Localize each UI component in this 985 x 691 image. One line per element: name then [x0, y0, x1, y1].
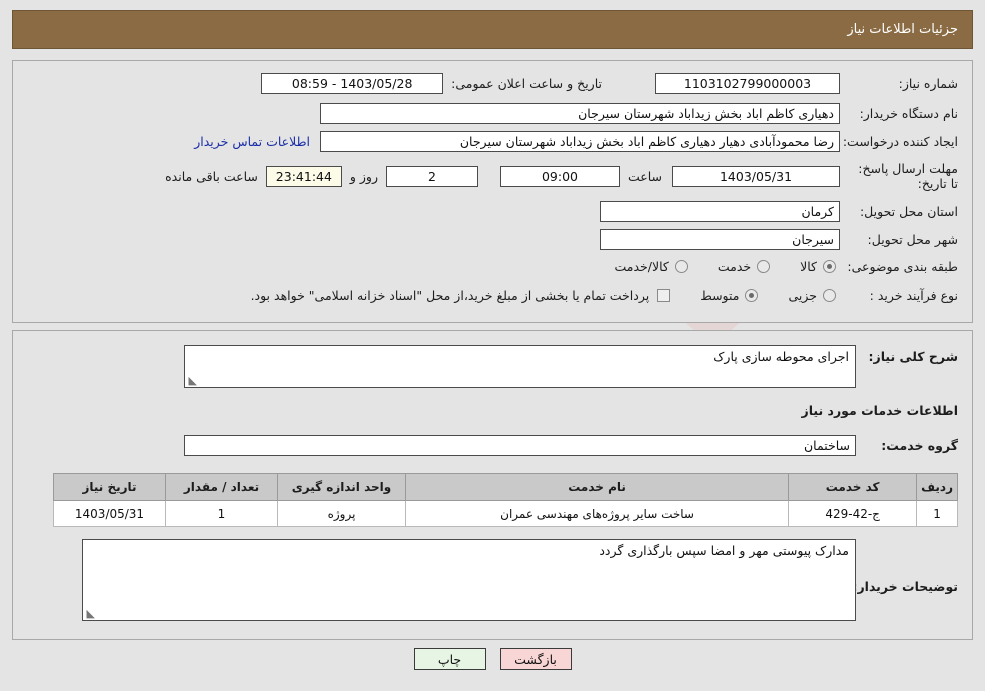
col-service-code: کد خدمت — [788, 473, 918, 501]
buyer-notes-textarea[interactable]: مدارک پیوستی مهر و امضا سپس بارگذاری گرد… — [82, 539, 856, 621]
process-option-label: جزیی — [788, 288, 817, 303]
announce-label: تاریخ و ساعت اعلان عمومی: — [451, 76, 602, 91]
category-row: طبقه بندی موضوعی: کالا خدمت کالا/خدمت — [614, 259, 958, 274]
back-button[interactable]: بازگشت — [499, 648, 572, 670]
city-row: شهر محل تحویل: سیرجان — [600, 229, 958, 250]
remaining-days-label: روز و — [349, 169, 378, 184]
print-button[interactable]: چاپ — [413, 648, 486, 670]
deadline-date-field: 1403/05/31 — [672, 166, 840, 187]
province-field: کرمان — [600, 201, 840, 222]
button-bar: بازگشت چاپ — [0, 648, 985, 670]
creator-label: ایجاد کننده درخواست: — [842, 134, 958, 149]
deadline-row: 1403/05/31 ساعت 09:00 2 روز و 23:41:44 س… — [165, 166, 840, 187]
category-label: طبقه بندی موضوعی: — [847, 259, 958, 274]
announce-row: تاریخ و ساعت اعلان عمومی: 1403/05/28 - 0… — [261, 73, 602, 94]
col-unit: واحد اندازه گیری — [277, 473, 406, 501]
general-desc-value: اجرای محوطه سازی پارک — [713, 349, 849, 364]
process-label: نوع فرآیند خرید : — [869, 288, 958, 303]
page-root: AnaTender.net جزئیات اطلاعات نیاز شماره … — [0, 0, 985, 691]
table-row: 1 ج-42-429 ساخت سایر پروژه‌های مهندسی عم… — [53, 500, 958, 527]
cell-service-name: ساخت سایر پروژه‌های مهندسی عمران — [404, 500, 790, 527]
cell-row-no: 1 — [916, 500, 958, 527]
remaining-clock-field: 23:41:44 — [265, 166, 342, 187]
buyer-org-field: دهیاری کاظم اباد بخش زیداباد شهرستان سیر… — [320, 103, 840, 124]
col-need-date: تاریخ نیاز — [53, 473, 166, 501]
radio-icon[interactable] — [674, 260, 688, 273]
buyer-notes-row: توضیحات خریدار: — [852, 579, 958, 594]
creator-row: ایجاد کننده درخواست: رضا محمودآبادی دهیا… — [194, 131, 958, 152]
col-row-no: ردیف — [916, 473, 958, 501]
service-group-field: ساختمان — [184, 435, 856, 456]
cell-need-date: 1403/05/31 — [53, 500, 166, 527]
need-number-label: شماره نیاز: — [898, 76, 958, 91]
deadline-time-label: ساعت — [627, 169, 662, 184]
page-title-bar: جزئیات اطلاعات نیاز — [12, 10, 973, 49]
process-row: نوع فرآیند خرید : جزیی متوسط پرداخت تمام… — [251, 288, 958, 303]
remaining-suffix-label: ساعت باقی مانده — [165, 169, 258, 184]
general-desc-label: شرح کلی نیاز: — [868, 349, 958, 364]
summary-panel: شماره نیاز: 1103102799000003 تاریخ و ساع… — [12, 60, 973, 323]
treasury-checkbox[interactable] — [657, 289, 671, 302]
service-group-row: گروه خدمت: ساختمان — [184, 435, 958, 456]
category-option-label: کالا — [800, 259, 817, 274]
category-option-label: کالا/خدمت — [614, 259, 669, 274]
resize-grip-icon[interactable]: ◣ — [187, 375, 197, 386]
province-label: استان محل تحویل: — [859, 204, 958, 219]
cell-quantity: 1 — [165, 500, 278, 527]
cell-unit: پروژه — [277, 500, 406, 527]
table-header-row: ردیف کد خدمت نام خدمت واحد اندازه گیری ت… — [53, 473, 958, 501]
creator-field: رضا محمودآبادی دهیار دهیاری کاظم اباد بخ… — [320, 131, 840, 152]
buyer-org-label: نام دستگاه خریدار: — [859, 106, 958, 121]
col-service-name: نام خدمت — [404, 473, 790, 501]
cell-service-code: ج-42-429 — [788, 500, 918, 527]
services-section-title-row: اطلاعات خدمات مورد نیاز — [802, 403, 959, 418]
province-row: استان محل تحویل: کرمان — [600, 201, 958, 222]
radio-icon[interactable] — [823, 260, 836, 273]
process-option-motavaset[interactable]: متوسط — [700, 288, 759, 303]
service-group-label: گروه خدمت: — [881, 438, 958, 453]
deadline-label: مهلت ارسال پاسخ: تا تاریخ: — [858, 161, 958, 191]
announce-field: 1403/05/28 - 08:59 — [261, 73, 444, 94]
process-option-label: متوسط — [700, 288, 740, 303]
category-option-khedmat[interactable]: خدمت — [717, 259, 771, 274]
category-option-kala-khedmat[interactable]: کالا/خدمت — [614, 259, 688, 274]
details-panel: شرح کلی نیاز: اجرای محوطه سازی پارک ◣ اط… — [12, 330, 973, 640]
col-quantity: تعداد / مقدار — [165, 473, 278, 501]
buyer-notes-label: توضیحات خریدار: — [852, 579, 958, 594]
city-field: سیرجان — [600, 229, 840, 250]
services-table: ردیف کد خدمت نام خدمت واحد اندازه گیری ت… — [53, 473, 958, 527]
general-desc-textarea[interactable]: اجرای محوطه سازی پارک ◣ — [184, 345, 856, 388]
treasury-note: پرداخت تمام یا بخشی از مبلغ خرید،از محل … — [250, 288, 650, 303]
buyer-contact-link[interactable]: اطلاعات تماس خریدار — [194, 134, 310, 149]
need-number-row: شماره نیاز: 1103102799000003 — [655, 73, 958, 94]
general-desc-row: شرح کلی نیاز: — [862, 349, 958, 364]
deadline-time-field: 09:00 — [499, 166, 620, 187]
resize-grip-icon[interactable]: ◣ — [85, 608, 95, 619]
radio-icon[interactable] — [745, 289, 759, 302]
buyer-notes-value: مدارک پیوستی مهر و امضا سپس بارگذاری گرد… — [599, 543, 849, 558]
remaining-days-field: 2 — [385, 166, 478, 187]
city-label: شهر محل تحویل: — [867, 232, 958, 247]
need-number-field: 1103102799000003 — [655, 73, 840, 94]
buyer-org-row: نام دستگاه خریدار: دهیاری کاظم اباد بخش … — [320, 103, 958, 124]
process-option-jozei[interactable]: جزیی — [788, 288, 836, 303]
page-title: جزئیات اطلاعات نیاز — [847, 22, 958, 37]
services-section-title: اطلاعات خدمات مورد نیاز — [801, 403, 959, 418]
category-option-kala[interactable]: کالا — [800, 259, 836, 274]
category-option-label: خدمت — [717, 259, 752, 274]
radio-icon[interactable] — [823, 289, 836, 302]
radio-icon[interactable] — [757, 260, 771, 273]
